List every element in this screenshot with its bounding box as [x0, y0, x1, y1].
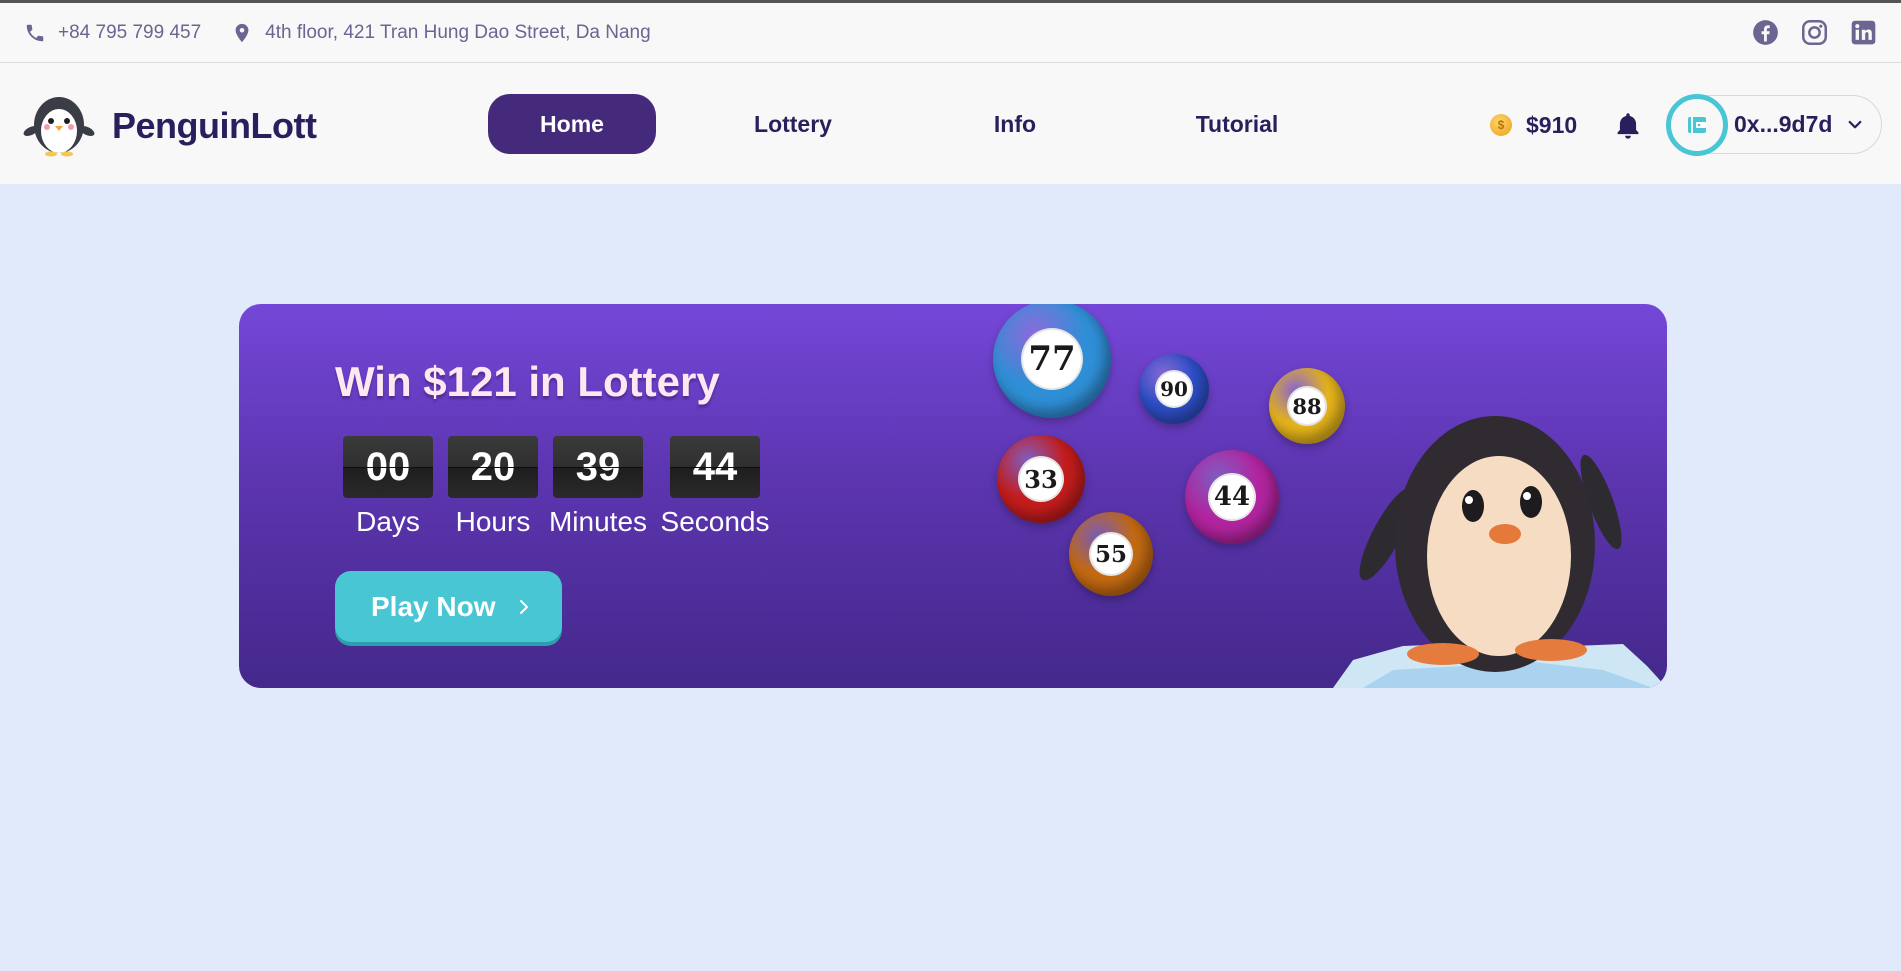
penguin-logo-icon[interactable] — [22, 93, 96, 157]
wallet-avatar — [1666, 94, 1728, 156]
countdown-days-value: 00 — [343, 436, 433, 498]
countdown-seconds-label: Seconds — [660, 506, 770, 537]
brand-name[interactable]: PenguinLott — [112, 105, 317, 147]
countdown-hours-value: 20 — [448, 436, 538, 498]
phone-icon — [26, 24, 44, 41]
balance-display[interactable]: $ $910 — [1490, 109, 1577, 141]
wallet-icon — [1688, 117, 1706, 133]
address-text: 4th floor, 421 Tran Hung Dao Street, Da … — [265, 21, 651, 43]
facebook-icon[interactable] — [1752, 19, 1779, 46]
linkedin-icon[interactable] — [1850, 19, 1877, 46]
nav-lottery[interactable]: Lottery — [709, 94, 877, 154]
top-info-bar: +84 795 799 457 4th floor, 421 Tran Hung… — [0, 0, 1901, 63]
lottery-hero-banner: Win $121 in Lottery 00 Days 20 Hours 39 … — [239, 304, 1667, 688]
banner-title: Win $121 in Lottery — [335, 358, 720, 405]
countdown-minutes-value: 39 — [553, 436, 643, 498]
chevron-down-icon — [1848, 120, 1862, 129]
wallet-address: 0x...9d7d — [1734, 111, 1833, 137]
countdown-days: 00 Days — [343, 436, 433, 538]
lottery-ball: 90 — [1139, 354, 1209, 424]
play-now-button[interactable]: Play Now — [335, 571, 562, 642]
balance-amount: $910 — [1526, 111, 1578, 138]
phone-number: +84 795 799 457 — [58, 21, 202, 43]
lottery-ball: 77 — [993, 304, 1111, 418]
notification-bell-icon[interactable] — [1614, 111, 1642, 141]
coin-icon: $ — [1490, 114, 1512, 136]
main-navbar: PenguinLott Home Lottery Info Tutorial $… — [0, 63, 1901, 184]
countdown-hours: 20 Hours — [448, 436, 538, 538]
countdown-seconds-value: 44 — [670, 436, 760, 498]
lottery-ball: 55 — [1069, 512, 1153, 596]
countdown-minutes-label: Minutes — [548, 506, 648, 537]
nav-home[interactable]: Home — [488, 94, 656, 154]
phone-contact[interactable]: +84 795 799 457 — [24, 22, 201, 44]
play-now-label: Play Now — [371, 590, 496, 622]
penguin-mascot-icon — [1333, 416, 1667, 688]
nav-info[interactable]: Info — [931, 94, 1099, 154]
lottery-ball: 44 — [1185, 450, 1279, 544]
countdown-minutes: 39 Minutes — [549, 436, 647, 538]
social-links — [1752, 19, 1877, 46]
nav-tutorial[interactable]: Tutorial — [1153, 94, 1321, 154]
chevron-right-icon — [520, 599, 529, 614]
countdown-days-label: Days — [356, 506, 420, 537]
instagram-icon[interactable] — [1801, 19, 1828, 46]
lottery-ball: 33 — [997, 435, 1085, 523]
countdown-seconds: 44 Seconds — [661, 436, 769, 538]
location-pin-icon — [235, 23, 249, 42]
address-contact: 4th floor, 421 Tran Hung Dao Street, Da … — [231, 22, 651, 44]
countdown-hours-label: Hours — [455, 506, 531, 537]
wallet-menu[interactable]: 0x...9d7d — [1666, 94, 1882, 156]
